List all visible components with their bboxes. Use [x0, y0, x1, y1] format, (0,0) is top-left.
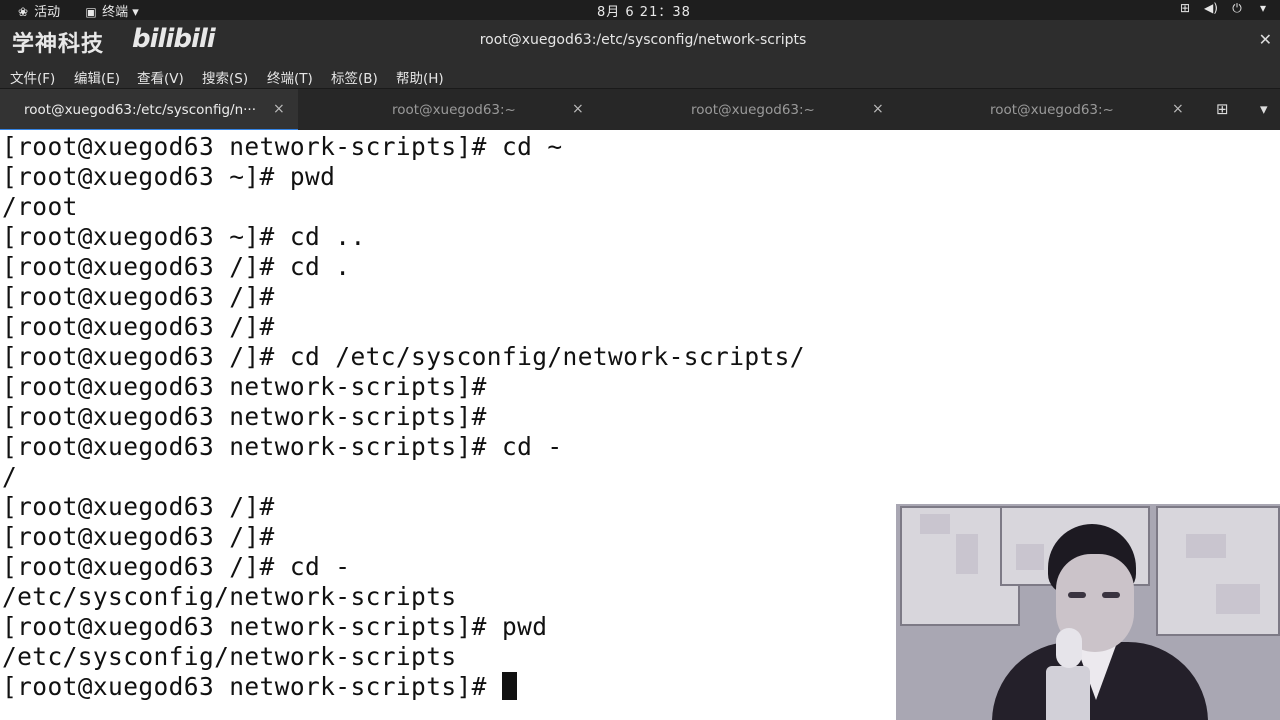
terminal-line: [root@xuegod63 network-scripts]# cd - — [2, 432, 563, 461]
presenter-eye — [1102, 592, 1120, 598]
terminal-line: / — [2, 462, 18, 491]
power-icon: ⏻ — [1232, 1, 1242, 15]
menu-help[interactable]: 帮助(H) — [396, 67, 444, 87]
terminal-icon: ▣ — [85, 5, 97, 19]
terminal-line: [root@xuegod63 /]# — [2, 522, 275, 551]
close-icon[interactable]: × — [572, 101, 584, 117]
terminal-prompt-line[interactable]: [root@xuegod63 network-scripts]# — [2, 672, 517, 702]
text-cursor — [501, 672, 517, 700]
menu-view[interactable]: 查看(V) — [137, 67, 184, 87]
shelf-item — [1016, 544, 1044, 570]
close-icon[interactable]: × — [273, 101, 285, 117]
terminal-line: [root@xuegod63 /]# — [2, 282, 275, 311]
new-tab-icon[interactable]: ⊞ — [1216, 100, 1229, 118]
menu-edit[interactable]: 编辑(E) — [74, 67, 120, 87]
terminal-line: [root@xuegod63 network-scripts]# cd ~ — [2, 132, 563, 161]
terminal-prompt: [root@xuegod63 network-scripts]# — [2, 672, 502, 701]
menu-tabs[interactable]: 标签(B) — [331, 67, 378, 87]
presenter-eye — [1068, 592, 1086, 598]
tab-label: root@xuegod63:~ — [392, 102, 516, 118]
tab-home-1[interactable]: root@xuegod63:~ × — [298, 89, 597, 131]
menu-search[interactable]: 搜索(S) — [202, 67, 248, 87]
tab-bar: root@xuegod63:/etc/sysconfig/n··· × root… — [0, 88, 1280, 131]
terminal-line: [root@xuegod63 network-scripts]# pwd — [2, 612, 548, 641]
terminal-line: [root@xuegod63 network-scripts]# — [2, 372, 487, 401]
terminal-line: /root — [2, 192, 78, 221]
tab-label: root@xuegod63:~ — [990, 102, 1114, 118]
terminal-line: [root@xuegod63 /]# cd . — [2, 252, 351, 281]
tab-home-3[interactable]: root@xuegod63:~ × — [896, 89, 1196, 131]
close-icon[interactable]: ✕ — [1259, 30, 1272, 49]
clock[interactable]: 8月 6 21：38 — [597, 1, 691, 20]
tab-home-2[interactable]: root@xuegod63:~ × — [597, 89, 896, 131]
close-icon[interactable]: × — [872, 101, 884, 117]
terminal-line: [root@xuegod63 /]# — [2, 312, 275, 341]
tab-label: root@xuegod63:~ — [691, 102, 815, 118]
tab-network-scripts[interactable]: root@xuegod63:/etc/sysconfig/n··· × — [0, 89, 298, 131]
shelf-item — [956, 534, 978, 574]
shelf-item — [1216, 584, 1260, 614]
activities-button[interactable]: ❀ 活动 — [16, 1, 60, 20]
shelf-item — [920, 514, 950, 534]
app-menu-label: 终端 — [102, 5, 129, 20]
menu-terminal[interactable]: 终端(T) — [267, 67, 313, 87]
microphone — [1056, 628, 1082, 668]
shelf-item — [1186, 534, 1226, 558]
volume-icon: ◀) — [1204, 1, 1218, 15]
chevron-down-icon[interactable]: ▾ — [1260, 100, 1268, 118]
terminal-line: /etc/sysconfig/network-scripts — [2, 642, 457, 671]
tab-label: root@xuegod63:/etc/sysconfig/n··· — [24, 102, 257, 118]
chevron-down-icon: ▾ — [132, 5, 139, 20]
terminal-line: [root@xuegod63 /]# cd /etc/sysconfig/net… — [2, 342, 805, 371]
app-menu-button[interactable]: ▣ 终端 ▾ — [84, 1, 139, 20]
close-icon[interactable]: × — [1172, 101, 1184, 117]
microphone-stand — [1046, 666, 1090, 720]
menu-bar: 文件(F) 编辑(E) 查看(V) 搜索(S) 终端(T) 标签(B) 帮助(H… — [0, 62, 1280, 88]
terminal-line: /etc/sysconfig/network-scripts — [2, 582, 457, 611]
system-tray[interactable]: ⊞ ◀) ⏻ ▾ — [1178, 1, 1270, 15]
terminal-line: [root@xuegod63 ~]# cd .. — [2, 222, 366, 251]
menu-file[interactable]: 文件(F) — [10, 67, 55, 87]
terminal-line: [root@xuegod63 network-scripts]# — [2, 402, 487, 431]
activities-label: 活动 — [34, 5, 61, 20]
fedora-icon: ❀ — [17, 5, 29, 19]
webcam-overlay — [896, 504, 1280, 720]
terminal-line: [root@xuegod63 /]# cd - — [2, 552, 351, 581]
terminal-line: [root@xuegod63 ~]# pwd — [2, 162, 336, 191]
bookshelf — [1156, 506, 1280, 636]
window-titlebar[interactable]: 学神科技 bilibili root@xuegod63:/etc/sysconf… — [0, 20, 1280, 62]
chevron-down-icon: ▾ — [1259, 1, 1267, 15]
window-title: root@xuegod63:/etc/sysconfig/network-scr… — [479, 32, 807, 48]
gnome-top-bar: ❀ 活动 ▣ 终端 ▾ 8月 6 21：38 ⊞ ◀) ⏻ ▾ — [0, 0, 1280, 20]
network-icon: ⊞ — [1179, 1, 1191, 15]
terminal-line: [root@xuegod63 /]# — [2, 492, 275, 521]
